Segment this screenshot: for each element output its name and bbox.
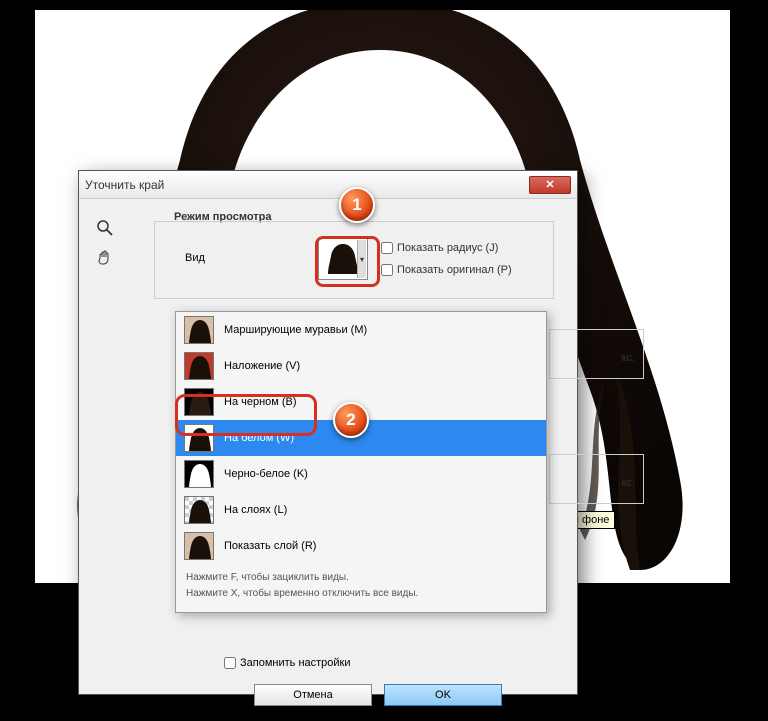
- close-button[interactable]: ✕: [529, 176, 571, 194]
- view-mode-dropdown-list: Марширующие муравьи (M) Наложение (V) На…: [175, 311, 547, 613]
- dropdown-label: Показать слой (R): [224, 540, 316, 552]
- dropdown-item-marching-ants[interactable]: Марширующие муравьи (M): [176, 312, 546, 348]
- show-original-input[interactable]: [381, 264, 393, 276]
- thumb-show-layer: [184, 532, 214, 560]
- annotation-badge-2: 2: [333, 402, 369, 438]
- dropdown-item-black-white[interactable]: Черно-белое (K): [176, 456, 546, 492]
- close-icon: ✕: [545, 178, 554, 191]
- unit-label-2: кс.: [622, 477, 636, 489]
- dialog-title: Уточнить край: [85, 178, 164, 192]
- cancel-label: Отмена: [293, 689, 332, 701]
- dialog-titlebar[interactable]: Уточнить край ✕: [79, 171, 577, 199]
- dropdown-hints: Нажмите F, чтобы зациклить виды. Нажмите…: [176, 564, 546, 612]
- remember-input[interactable]: [224, 657, 236, 669]
- outer-stage: елом фоне Уточнить край ✕ Режим просмотр…: [0, 0, 768, 721]
- hint-cycle: Нажмите F, чтобы зациклить виды.: [186, 570, 536, 586]
- view-mode-section: Вид ▾ Показать радиус (J) Показать ориги…: [154, 221, 554, 299]
- show-radius-label: Показать радиус (J): [397, 242, 498, 254]
- remember-settings-checkbox[interactable]: Запомнить настройки: [224, 657, 351, 669]
- show-radius-input[interactable]: [381, 242, 393, 254]
- dropdown-label: Черно-белое (K): [224, 468, 308, 480]
- thumb-on-black: [184, 388, 214, 416]
- view-label: Вид: [185, 252, 205, 264]
- hand-tool-icon[interactable]: [94, 247, 116, 269]
- tool-column: [94, 217, 122, 277]
- section-peek-2: кс.: [549, 454, 644, 504]
- dropdown-label: На черном (B): [224, 396, 297, 408]
- dropdown-item-overlay[interactable]: Наложение (V): [176, 348, 546, 384]
- unit-label-1: кс.: [622, 352, 636, 364]
- view-thumbnail-dropdown[interactable]: ▾: [318, 238, 368, 280]
- ok-button[interactable]: OK: [384, 684, 502, 706]
- dropdown-item-show-layer[interactable]: Показать слой (R): [176, 528, 546, 564]
- show-original-checkbox[interactable]: Показать оригинал (P): [381, 264, 512, 276]
- cancel-button[interactable]: Отмена: [254, 684, 372, 706]
- zoom-tool-icon[interactable]: [94, 217, 116, 239]
- thumb-marching-ants: [184, 316, 214, 344]
- dropdown-item-on-layers[interactable]: На слоях (L): [176, 492, 546, 528]
- refine-edge-dialog: Уточнить край ✕ Режим просмотра Вид: [78, 170, 578, 695]
- section-peek-1: кс.: [549, 329, 644, 379]
- chevron-down-icon: ▾: [357, 240, 366, 278]
- dropdown-label: На белом (W): [224, 432, 294, 444]
- remember-label: Запомнить настройки: [240, 657, 351, 669]
- dialog-body: Режим просмотра Вид ▾ Показать радиус (J…: [79, 199, 577, 694]
- annotation-badge-1: 1: [339, 187, 375, 223]
- hint-disable: Нажмите X, чтобы временно отключить все …: [186, 586, 536, 602]
- show-radius-checkbox[interactable]: Показать радиус (J): [381, 242, 498, 254]
- dropdown-label: Наложение (V): [224, 360, 300, 372]
- thumb-overlay: [184, 352, 214, 380]
- ok-label: OK: [435, 689, 451, 701]
- thumb-black-white: [184, 460, 214, 488]
- show-original-label: Показать оригинал (P): [397, 264, 512, 276]
- dialog-button-row: Отмена OK: [254, 684, 502, 706]
- thumb-on-white: [184, 424, 214, 452]
- dropdown-label: Марширующие муравьи (M): [224, 324, 367, 336]
- dropdown-label: На слоях (L): [224, 504, 287, 516]
- thumb-on-layers: [184, 496, 214, 524]
